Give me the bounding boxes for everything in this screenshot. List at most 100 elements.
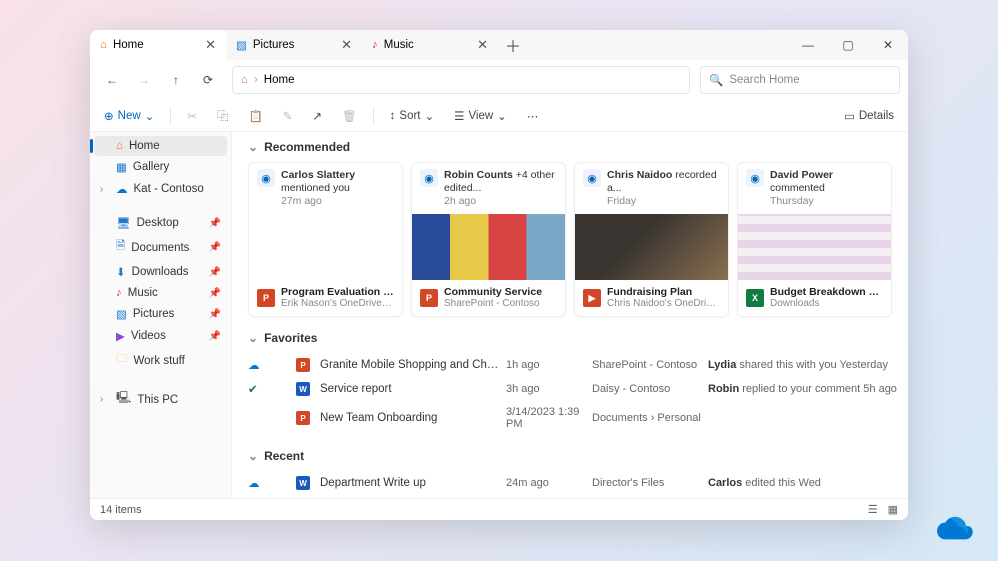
sidebar-item-label: This PC xyxy=(137,394,178,406)
pin-icon[interactable]: 📌 xyxy=(209,309,221,320)
toolbar: ⊕ New ⌄ ✂ ⿻ 📋 ✎ ↗ 🗑 ↕ Sort ⌄ ☰ View ⌄ ⋯ … xyxy=(90,100,908,132)
check-icon: ✔ xyxy=(248,384,258,396)
sidebar-item-label: Pictures xyxy=(133,308,175,320)
sort-label: Sort xyxy=(399,110,420,122)
minimize-button[interactable]: — xyxy=(788,30,828,60)
pin-icon[interactable]: 📌 xyxy=(209,331,221,342)
pin-icon[interactable]: 📌 xyxy=(209,242,221,253)
chevron-down-icon: ⌄ xyxy=(248,449,258,463)
chevron-right-icon: › xyxy=(254,74,258,86)
tab-pictures[interactable]: ▧ Pictures ✕ xyxy=(226,30,362,60)
folder-icon: 🗀 xyxy=(116,351,128,370)
sidebar-item-workstuff[interactable]: 🗀Work stuff xyxy=(94,347,227,374)
new-button[interactable]: ⊕ New ⌄ xyxy=(98,106,160,126)
details-button[interactable]: ▭ Details xyxy=(838,106,900,126)
new-label: New xyxy=(118,110,141,122)
recommended-card[interactable]: ◉ Chris Naidoo recorded a... Friday ▶ Fu… xyxy=(574,162,729,317)
file-row[interactable]: ✔ W Service report 3h ago Daisy - Contos… xyxy=(248,377,892,401)
sidebar-item-label: Kat - Contoso xyxy=(134,183,204,195)
new-tab-button[interactable]: ＋ xyxy=(498,30,528,60)
sort-button[interactable]: ↕ Sort ⌄ xyxy=(384,106,440,126)
paste-button[interactable]: 📋 xyxy=(242,106,268,126)
pin-icon[interactable]: 📌 xyxy=(209,218,221,229)
file-location: Documents › Personal xyxy=(592,412,702,424)
sidebar-item-documents[interactable]: 🗎Documents📌 xyxy=(94,234,227,261)
file-row[interactable]: P New Team Onboarding 3/14/2023 1:39 PM … xyxy=(248,401,892,435)
pin-icon[interactable]: 📌 xyxy=(209,288,221,299)
section-recent: ⌄ Recent ☁ W Department Write up 24m ago… xyxy=(248,449,892,498)
gallery-icon: ▦ xyxy=(116,160,127,174)
pin-icon[interactable]: 📌 xyxy=(209,267,221,278)
close-tab-icon[interactable]: ✕ xyxy=(477,37,488,53)
copy-button[interactable]: ⿻ xyxy=(211,105,235,127)
sidebar-item-gallery[interactable]: ▦ Gallery xyxy=(94,156,227,178)
search-placeholder: Search Home xyxy=(729,74,799,86)
tab-music[interactable]: ♪ Music ✕ xyxy=(362,30,498,60)
view-button[interactable]: ☰ View ⌄ xyxy=(448,106,513,126)
sidebar-item-music[interactable]: ♪Music📌 xyxy=(94,283,227,303)
recommended-card[interactable]: ◉ Carlos Slattery mentioned you 27m ago … xyxy=(248,162,403,317)
sidebar-item-home[interactable]: ⌂ Home xyxy=(94,136,227,156)
back-button[interactable]: ← xyxy=(98,66,126,94)
sidebar-item-onedrive[interactable]: ›☁ Kat - Contoso xyxy=(94,178,227,200)
share-button[interactable]: ↗ xyxy=(306,106,328,126)
maximize-button[interactable]: ▢ xyxy=(828,30,868,60)
section-header[interactable]: ⌄ Favorites xyxy=(248,331,892,345)
sidebar-item-label: Music xyxy=(128,287,158,299)
close-tab-icon[interactable]: ✕ xyxy=(341,37,352,53)
item-count: 14 items xyxy=(100,504,142,516)
activity-icon: ◉ xyxy=(257,169,275,187)
file-row[interactable]: ☁ P Granite Mobile Shopping and Checkout… xyxy=(248,353,892,377)
file-type-icon: P xyxy=(296,411,310,425)
file-activity: Robin replied to your comment 5h ago xyxy=(708,383,908,395)
breadcrumb[interactable]: Home xyxy=(264,74,295,86)
activity-icon: ◉ xyxy=(746,169,764,187)
delete-button[interactable]: 🗑 xyxy=(336,106,363,126)
activity-text: Chris Naidoo recorded a... xyxy=(607,169,720,194)
sidebar-item-pictures[interactable]: ▧ Pictures 📌 xyxy=(94,303,227,325)
file-title: Program Evaluation Report xyxy=(281,286,394,299)
file-title: Community Service xyxy=(444,286,542,299)
titlebar: ⌂ Home ✕ ▧ Pictures ✕ ♪ Music ✕ ＋ — ▢ ✕ xyxy=(90,30,908,60)
cut-button[interactable]: ✂ xyxy=(181,106,203,126)
chevron-right-icon[interactable]: › xyxy=(100,394,110,405)
close-tab-icon[interactable]: ✕ xyxy=(205,37,216,53)
file-type-icon: P xyxy=(296,358,310,372)
sidebar-item-desktop[interactable]: 🖥Desktop📌 xyxy=(94,212,227,234)
up-button[interactable]: ↑ xyxy=(162,66,190,94)
sidebar-item-videos[interactable]: ▶Videos📌 xyxy=(94,325,227,347)
pictures-icon: ▧ xyxy=(116,307,127,321)
recommended-card[interactable]: ◉ Robin Counts +4 other edited... 2h ago… xyxy=(411,162,566,317)
tab-home[interactable]: ⌂ Home ✕ xyxy=(90,30,226,60)
chevron-down-icon: ⌄ xyxy=(248,331,258,345)
sidebar-item-label: Downloads xyxy=(132,266,189,278)
file-location: Chris Naidoo's OneDrive - Contoso xyxy=(607,298,720,310)
chevron-right-icon[interactable]: › xyxy=(100,184,110,195)
file-location: SharePoint - Contoso xyxy=(444,298,542,310)
desktop-icon: 🖥 xyxy=(116,216,131,230)
content-area: ⌄ Recommended ◉ Carlos Slattery mentione… xyxy=(232,132,908,498)
icons-view-icon[interactable]: ▦ xyxy=(888,503,898,516)
navbar: ← → ↑ ⟳ ⌂ › Home 🔍 Search Home xyxy=(90,60,908,100)
file-title: Fundraising Plan xyxy=(607,286,720,299)
recommended-card[interactable]: ◉ David Power commented Thursday X Budge… xyxy=(737,162,892,317)
refresh-button[interactable]: ⟳ xyxy=(194,66,222,94)
pc-icon: 🖳 xyxy=(116,390,131,409)
file-row[interactable]: ☁ W Department Write up 24m ago Director… xyxy=(248,471,892,495)
file-name: New Team Onboarding xyxy=(320,412,500,424)
rename-button[interactable]: ✎ xyxy=(277,106,299,126)
sidebar-item-thispc[interactable]: › 🖳 This PC xyxy=(94,386,227,413)
sidebar-item-downloads[interactable]: ⬇Downloads📌 xyxy=(94,261,227,283)
forward-button[interactable]: → xyxy=(130,66,158,94)
search-box[interactable]: 🔍 Search Home xyxy=(700,66,900,94)
section-header[interactable]: ⌄ Recommended xyxy=(248,140,892,154)
tab-label: Music xyxy=(384,39,414,51)
close-button[interactable]: ✕ xyxy=(868,30,908,60)
section-title: Favorites xyxy=(264,331,317,345)
details-view-icon[interactable]: ☰ xyxy=(868,503,878,516)
address-bar[interactable]: ⌂ › Home xyxy=(232,66,690,94)
file-time: 3/14/2023 1:39 PM xyxy=(506,406,586,430)
file-name: Service report xyxy=(320,383,500,395)
more-button[interactable]: ⋯ xyxy=(521,106,545,126)
section-header[interactable]: ⌄ Recent xyxy=(248,449,892,463)
